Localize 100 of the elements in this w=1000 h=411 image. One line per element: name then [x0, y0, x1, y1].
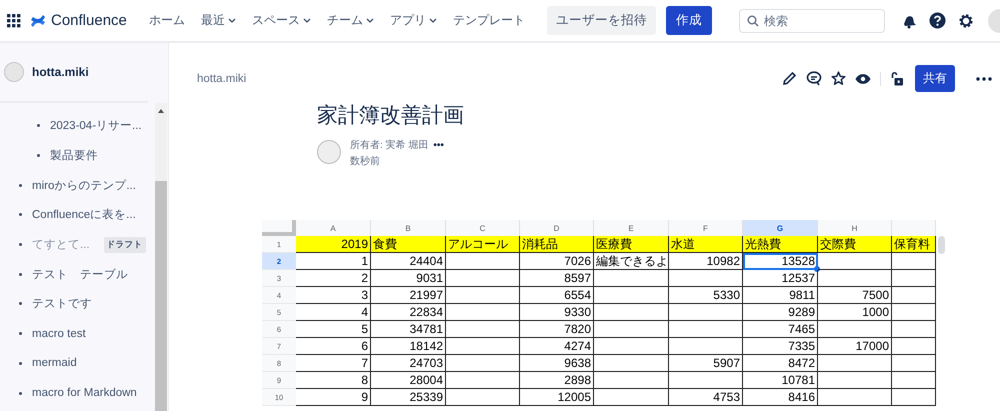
nav-menu-item[interactable]: ホーム: [140, 8, 193, 33]
product-name[interactable]: Confluence: [51, 12, 127, 29]
table-cell[interactable]: 22834: [371, 304, 446, 321]
table-cell[interactable]: [892, 304, 936, 321]
table-cell[interactable]: 水道: [669, 236, 743, 253]
table-cell[interactable]: 9811: [743, 287, 818, 304]
table-cell[interactable]: [594, 355, 669, 372]
table-cell[interactable]: [892, 253, 936, 270]
table-cell[interactable]: [446, 338, 520, 355]
table-cell[interactable]: [594, 304, 669, 321]
invite-users-button[interactable]: ユーザーを招待: [546, 6, 656, 35]
table-cell[interactable]: 21997: [371, 287, 446, 304]
table-cell[interactable]: 6554: [520, 287, 594, 304]
column-header[interactable]: E: [594, 220, 669, 236]
table-cell[interactable]: [818, 355, 892, 372]
column-header[interactable]: G: [743, 220, 818, 236]
table-cell[interactable]: [446, 321, 520, 338]
breadcrumb-link[interactable]: hotta.miki: [197, 72, 246, 84]
page-tree-item[interactable]: mermaid: [32, 357, 77, 370]
table-cell[interactable]: [594, 338, 669, 355]
table-cell[interactable]: 7026: [520, 253, 594, 270]
table-cell[interactable]: 5330: [669, 287, 743, 304]
table-cell[interactable]: 4274: [520, 338, 594, 355]
more-options-button[interactable]: •••: [433, 140, 444, 150]
table-cell[interactable]: 9289: [743, 304, 818, 321]
column-header[interactable]: B: [371, 220, 446, 236]
comment-icon[interactable]: [806, 71, 822, 86]
table-cell[interactable]: [594, 270, 669, 287]
table-cell[interactable]: 2: [296, 270, 371, 287]
table-cell[interactable]: 消耗品: [520, 236, 594, 253]
page-tree-item[interactable]: テストです: [32, 296, 92, 312]
table-cell[interactable]: [892, 270, 936, 287]
column-header[interactable]: H: [818, 220, 892, 236]
table-cell[interactable]: [818, 321, 892, 338]
table-cell[interactable]: 24404: [371, 253, 446, 270]
table-cell[interactable]: 13528: [743, 253, 818, 270]
nav-menu-item[interactable]: 最近: [192, 8, 244, 33]
table-cell[interactable]: 9: [296, 389, 371, 406]
unlocked-padlock-icon[interactable]: [890, 71, 904, 86]
star-icon[interactable]: [831, 71, 846, 86]
table-cell[interactable]: 28004: [371, 372, 446, 389]
nav-menu-item[interactable]: テンプレート: [444, 8, 533, 33]
nav-menu-item[interactable]: チーム: [318, 8, 382, 33]
table-cell[interactable]: 12005: [520, 389, 594, 406]
page-tree-item[interactable]: 製品要件: [50, 148, 98, 164]
column-header[interactable]: F: [669, 220, 743, 236]
table-cell[interactable]: 7465: [743, 321, 818, 338]
table-cell[interactable]: 8: [296, 372, 371, 389]
table-cell[interactable]: [892, 372, 936, 389]
table-cell[interactable]: [892, 389, 936, 406]
table-cell[interactable]: 25339: [371, 389, 446, 406]
table-cell[interactable]: 4753: [669, 389, 743, 406]
table-cell[interactable]: [818, 389, 892, 406]
table-cell[interactable]: [594, 389, 669, 406]
help-icon[interactable]: [929, 12, 946, 29]
page-tree-item[interactable]: テスト テーブル: [32, 266, 128, 282]
search-field[interactable]: 検索: [739, 8, 885, 32]
table-cell[interactable]: [594, 321, 669, 338]
pencil-icon[interactable]: [782, 71, 797, 86]
table-cell[interactable]: [892, 321, 936, 338]
table-cell[interactable]: [669, 270, 743, 287]
table-cell[interactable]: [818, 372, 892, 389]
table-cell[interactable]: [892, 287, 936, 304]
table-cell[interactable]: 8416: [743, 389, 818, 406]
create-button[interactable]: 作成: [666, 6, 712, 35]
table-cell[interactable]: [669, 338, 743, 355]
table-cell[interactable]: 24703: [371, 355, 446, 372]
share-button[interactable]: 共有: [915, 65, 955, 92]
table-cell[interactable]: 8472: [743, 355, 818, 372]
table-cell[interactable]: [818, 270, 892, 287]
table-cell[interactable]: 1000: [818, 304, 892, 321]
page-tree-item[interactable]: macro for Markdown: [32, 387, 137, 400]
table-cell[interactable]: [669, 304, 743, 321]
table-cell[interactable]: 6: [296, 338, 371, 355]
column-header[interactable]: C: [446, 220, 520, 236]
table-cell[interactable]: 17000: [818, 338, 892, 355]
table-cell[interactable]: [446, 372, 520, 389]
space-name[interactable]: hotta.miki: [32, 65, 89, 79]
table-cell[interactable]: 9638: [520, 355, 594, 372]
table-cell[interactable]: [818, 253, 892, 270]
settings-icon[interactable]: [958, 12, 974, 28]
page-tree-item[interactable]: 2023-04-リサー...: [50, 118, 142, 134]
table-cell[interactable]: 9330: [520, 304, 594, 321]
table-cell[interactable]: [669, 372, 743, 389]
nav-menu-item[interactable]: アプリ: [382, 8, 445, 33]
table-cell[interactable]: [594, 287, 669, 304]
column-header[interactable]: A: [296, 220, 371, 236]
table-cell[interactable]: 4: [296, 304, 371, 321]
table-cell[interactable]: [892, 338, 936, 355]
table-cell[interactable]: 2019: [296, 236, 371, 253]
table-cell[interactable]: [446, 304, 520, 321]
more-icon[interactable]: [976, 76, 992, 80]
eye-icon[interactable]: [855, 72, 871, 84]
table-cell[interactable]: 食費: [371, 236, 446, 253]
page-tree-item[interactable]: Confluenceに表を...: [32, 207, 136, 222]
page-tree-item[interactable]: miroからのテンプ...: [32, 178, 136, 193]
table-cell[interactable]: 医療費: [594, 236, 669, 253]
table-cell[interactable]: アルコール: [446, 236, 520, 253]
page-tree-item[interactable]: macro test: [32, 328, 86, 340]
table-cell[interactable]: 9031: [371, 270, 446, 287]
